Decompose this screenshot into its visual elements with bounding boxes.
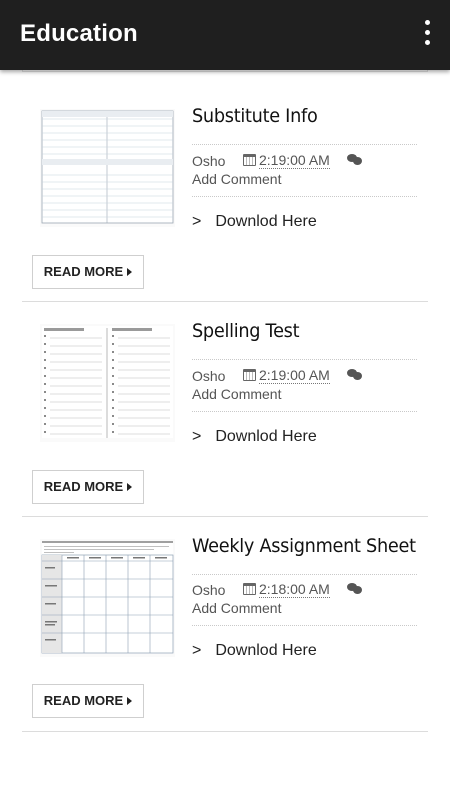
post-time: 2:18:00 AM xyxy=(259,581,330,598)
post-author: Osho xyxy=(192,582,226,598)
substitute-form-image xyxy=(41,110,174,224)
post-title[interactable]: Weekly Assignment Sheet xyxy=(192,535,416,557)
read-more-label: READ MORE xyxy=(43,264,124,279)
more-vert-icon[interactable] xyxy=(422,20,432,50)
post-title[interactable]: Spelling Test xyxy=(192,320,300,342)
divider xyxy=(192,196,417,197)
read-more-button[interactable]: READ MORE xyxy=(32,470,144,504)
caret-right-icon xyxy=(127,483,133,491)
post-time: 2:19:00 AM xyxy=(259,152,330,169)
download-label: Downlod Here xyxy=(215,213,317,230)
post-title[interactable]: Substitute Info xyxy=(192,105,318,127)
app-bar: Education xyxy=(0,0,450,70)
add-comment-link[interactable]: Add Comment xyxy=(192,171,281,187)
add-comment-link[interactable]: Add Comment xyxy=(192,386,281,402)
top-divider xyxy=(22,70,428,72)
post-thumbnail[interactable] xyxy=(40,324,175,442)
download-link[interactable]: > Downlod Here xyxy=(192,428,317,446)
add-comment-link[interactable]: Add Comment xyxy=(192,600,281,616)
comments-icon xyxy=(347,583,363,595)
download-label: Downlod Here xyxy=(215,642,317,659)
calendar-icon xyxy=(243,583,256,595)
weekly-assignment-image xyxy=(41,541,174,654)
chevron-right-icon: > xyxy=(192,642,202,659)
caret-right-icon xyxy=(127,268,133,276)
post-author: Osho xyxy=(192,368,226,384)
read-more-button[interactable]: READ MORE xyxy=(32,684,144,718)
post-card: Spelling Test Osho 2:19:00 AM Add Commen… xyxy=(22,302,428,517)
comments-icon xyxy=(347,154,363,166)
download-link[interactable]: > Downlod Here xyxy=(192,213,317,231)
read-more-label: READ MORE xyxy=(43,479,124,494)
calendar-icon xyxy=(243,369,256,381)
divider xyxy=(192,411,417,412)
divider xyxy=(192,144,417,145)
app-title: Education xyxy=(20,20,138,47)
download-label: Downlod Here xyxy=(215,428,317,445)
post-thumbnail[interactable] xyxy=(40,109,175,227)
post-author: Osho xyxy=(192,153,226,169)
chevron-right-icon: > xyxy=(192,428,202,445)
spelling-test-image xyxy=(42,326,173,438)
post-thumbnail[interactable] xyxy=(40,539,175,657)
post-card: Substitute Info Osho 2:19:00 AM Add Comm… xyxy=(22,87,428,302)
read-more-button[interactable]: READ MORE xyxy=(32,255,144,289)
post-card: Weekly Assignment Sheet Osho 2:18:00 AM … xyxy=(22,517,428,732)
calendar-icon xyxy=(243,154,256,166)
divider xyxy=(192,625,417,626)
read-more-label: READ MORE xyxy=(43,693,124,708)
post-time: 2:19:00 AM xyxy=(259,367,330,384)
comments-icon xyxy=(347,369,363,381)
chevron-right-icon: > xyxy=(192,213,202,230)
caret-right-icon xyxy=(127,697,133,705)
divider xyxy=(192,359,417,360)
download-link[interactable]: > Downlod Here xyxy=(192,642,317,660)
divider xyxy=(192,574,417,575)
